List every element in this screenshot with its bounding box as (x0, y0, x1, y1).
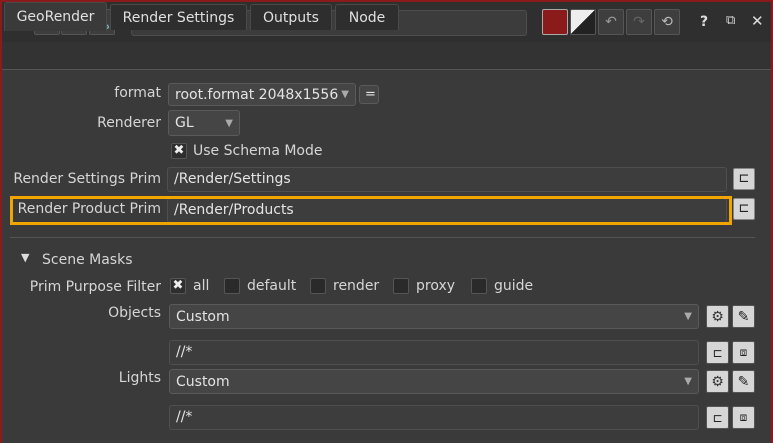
lights-mode-dropdown[interactable]: Custom ▼ (169, 369, 699, 394)
purpose-guide-checkbox[interactable] (471, 278, 487, 294)
chevron-down-icon: ▼ (684, 376, 692, 387)
close-icon[interactable]: ✕ (751, 12, 764, 30)
scene-graph-picker-icon[interactable]: ⊏ (733, 168, 755, 190)
purpose-all-checkbox[interactable]: ✖ (170, 278, 186, 294)
format-dropdown[interactable]: root.format 2048x1556 ▼ (168, 83, 356, 106)
purpose-default-label: default (247, 278, 297, 294)
divider (10, 237, 755, 238)
scene-graph-picker-icon[interactable]: ⊏ (706, 406, 729, 429)
format-label: format (114, 85, 161, 101)
eyedropper-icon[interactable]: ✎ (732, 370, 755, 393)
lights-pattern-field[interactable]: //* (169, 405, 699, 430)
purpose-render-label: render (333, 278, 380, 294)
help-icon[interactable]: ? (700, 14, 708, 30)
purpose-render-checkbox[interactable] (310, 278, 326, 294)
lights-mode-value: Custom (176, 373, 230, 390)
tab-outputs[interactable]: Outputs (250, 4, 332, 30)
tab-node[interactable]: Node (335, 4, 399, 30)
chevron-down-icon: ▼ (684, 311, 692, 322)
gear-icon[interactable]: ⚙ (706, 305, 729, 328)
format-value: root.format 2048x1556 (175, 86, 339, 103)
schema-mode-label: Use Schema Mode (193, 143, 323, 159)
purpose-proxy-checkbox[interactable] (393, 278, 409, 294)
color-reset-icon[interactable] (570, 9, 596, 35)
objects-mode-dropdown[interactable]: Custom ▼ (169, 304, 699, 329)
renderer-label: Renderer (97, 115, 161, 131)
purpose-default-checkbox[interactable] (224, 278, 240, 294)
tab-georender[interactable]: GeoRender (4, 2, 107, 31)
render-settings-prim-label: Render Settings Prim (13, 171, 161, 187)
undo-icon[interactable]: ↶ (598, 9, 624, 35)
node-color-swatch-icon[interactable] (542, 9, 568, 35)
objects-pattern-field[interactable]: //* (169, 340, 699, 365)
float-panel-icon[interactable]: ⧉ (726, 13, 735, 28)
scene-graph-picker-icon[interactable]: ⊏ (733, 198, 755, 220)
collapse-arrow-icon[interactable]: ▼ (21, 251, 29, 264)
revert-icon[interactable]: ⟲ (654, 9, 680, 35)
render-settings-prim-field[interactable]: /Render/Settings (167, 167, 727, 192)
gear-icon[interactable]: ⚙ (706, 370, 729, 393)
highlight-box (10, 196, 732, 225)
chevron-down-icon: ▼ (225, 117, 233, 129)
redo-icon[interactable]: ↷ (626, 9, 652, 35)
eyedropper-icon[interactable]: ✎ (732, 305, 755, 328)
purpose-all-label: all (193, 278, 210, 294)
scene-masks-title: Scene Masks (42, 252, 133, 268)
objects-mode-value: Custom (176, 308, 230, 325)
renderer-value: GL (175, 115, 194, 131)
purpose-proxy-label: proxy (416, 278, 456, 294)
tab-bar (2, 42, 771, 70)
format-equals-button[interactable]: = (359, 85, 379, 104)
select-all-icon[interactable]: ⧈ (732, 406, 755, 429)
purpose-guide-label: guide (494, 278, 534, 294)
lights-label: Lights (118, 370, 161, 386)
tab-render-settings[interactable]: Render Settings (110, 4, 247, 30)
schema-mode-checkbox[interactable]: ✖ (171, 143, 187, 159)
scene-graph-picker-icon[interactable]: ⊏ (706, 341, 729, 364)
objects-label: Objects (108, 305, 161, 321)
renderer-dropdown[interactable]: GL ▼ (168, 110, 240, 136)
prim-purpose-filter-label: Prim Purpose Filter (29, 279, 161, 295)
chevron-down-icon: ▼ (341, 89, 349, 100)
select-all-icon[interactable]: ⧈ (732, 341, 755, 364)
